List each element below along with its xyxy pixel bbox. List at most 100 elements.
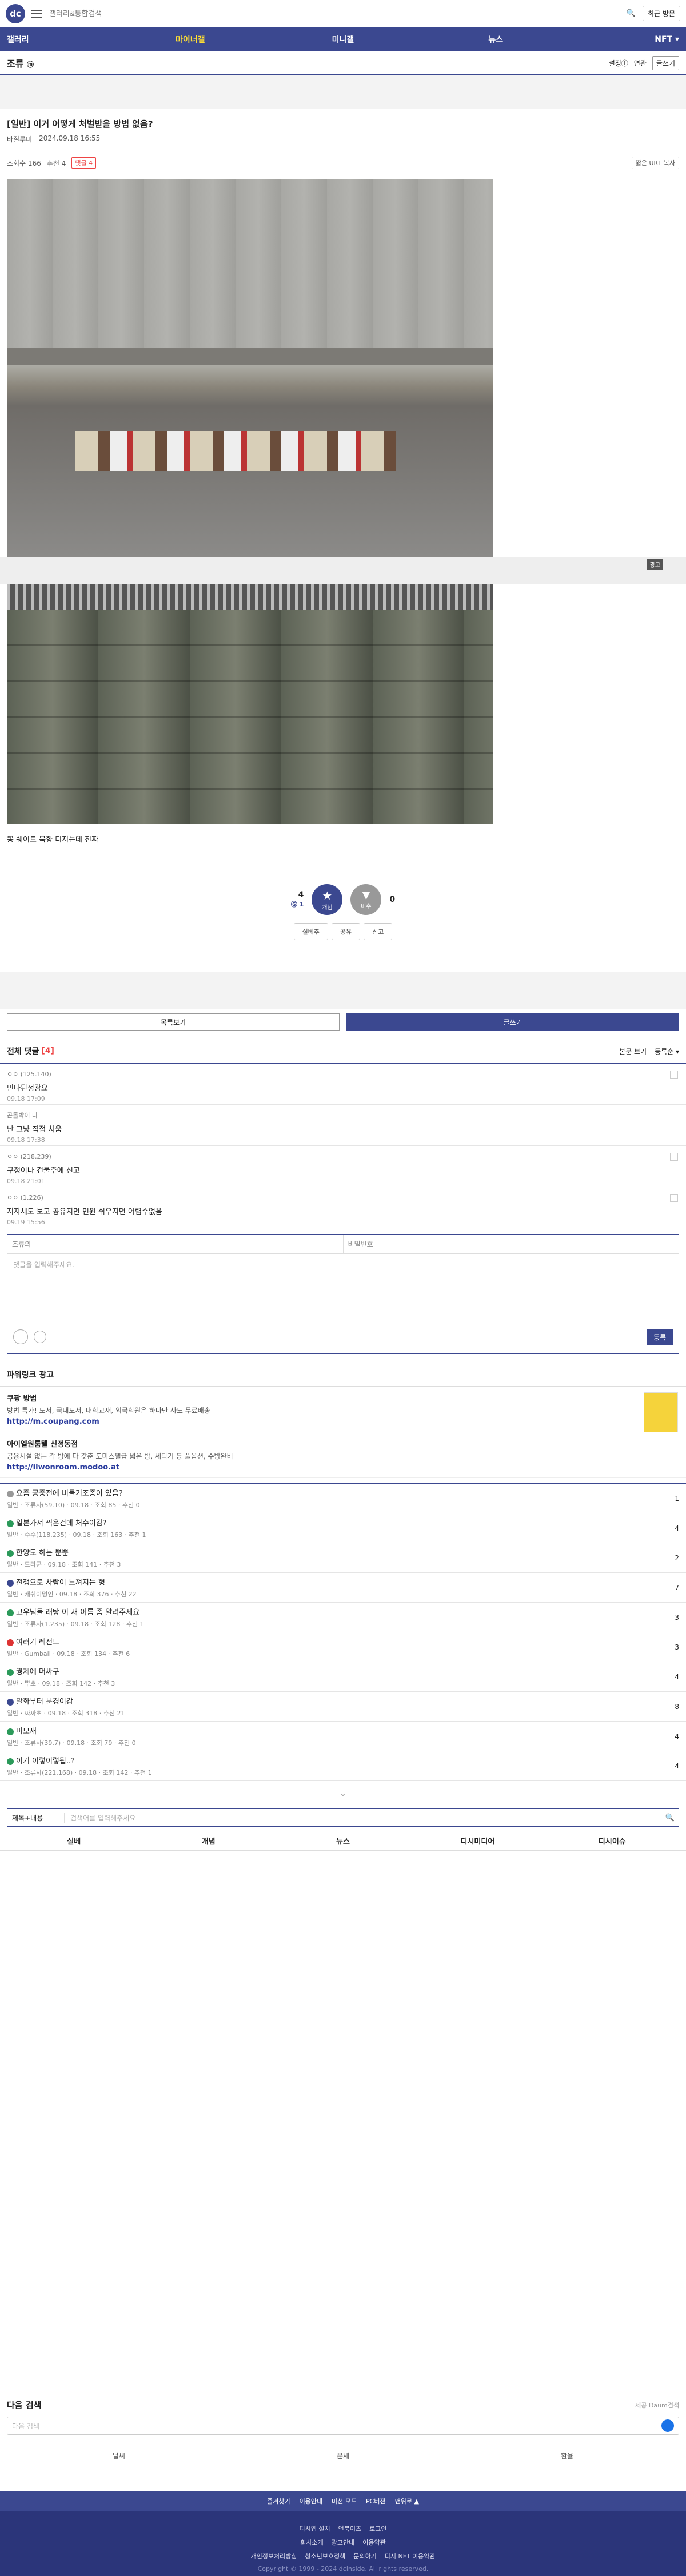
list-item-meta: 일반 · Gumball · 09.18 · 조회 134 · 추천 6 (7, 1650, 130, 1658)
nav-nft[interactable]: NFT ▾ (572, 35, 679, 44)
comment-checkbox[interactable] (670, 1153, 678, 1161)
footer-nft-terms[interactable]: 디시 NFT 이용약관 (385, 2551, 436, 2561)
footer-login[interactable]: 로그인 (369, 2524, 386, 2533)
list-item[interactable]: 요즘 공중전에 비둘기조종이 있음? 일반 · 조류사(59.10) · 09.1… (0, 1484, 686, 1513)
list-item-comment-count: 4 (675, 1672, 679, 1681)
recent-visit-button[interactable]: 최근 방문 (643, 6, 680, 21)
post-image-2[interactable] (7, 584, 493, 824)
nickname-field[interactable]: 조류의 (7, 1235, 344, 1253)
gallery-title[interactable]: 조류 ⓜ (7, 56, 34, 70)
search-icon[interactable]: 🔍 (627, 9, 636, 18)
daum-search-input[interactable]: 다음 검색 (7, 2417, 679, 2435)
emoticon-icon[interactable] (13, 1329, 28, 1344)
search-icon[interactable]: 🔍 (661, 1814, 679, 1822)
list-item[interactable]: 일본가서 찍은건데 처수이감? 일반 · 수수(118.235) · 09.18 … (0, 1513, 686, 1543)
comment-sort-select[interactable]: 등록순 ▾ (655, 1047, 679, 1056)
post: [일반] 이거 어떻게 처벌받을 방법 없음? 바질루미 2024.09.18 … (0, 109, 686, 946)
short-url-button[interactable]: 짧은 URL 복사 (631, 157, 679, 169)
write-button-top[interactable]: 글쓰기 (652, 55, 679, 70)
list-item[interactable]: 꿩제에 머싸구 일반 · 뿌뽀 · 09.18 · 조회 142 · 추천 3 4 (0, 1662, 686, 1692)
comment-submit-button[interactable]: 등록 (646, 1329, 673, 1345)
comment-textarea[interactable]: 댓글을 입력해주세요. (7, 1254, 679, 1323)
list-item[interactable]: 미모새 일반 · 조류사(39.7) · 09.18 · 조회 79 · 추천 0… (0, 1722, 686, 1751)
nav-gallery[interactable]: 갤러리 (7, 34, 114, 45)
list-item-comment-count: 2 (675, 1553, 679, 1562)
powerlink-item[interactable]: 쿠팡 방법 방법 특가! 도서, 국내도서, 대학교재, 외국학원은 하나만 사… (0, 1387, 686, 1432)
nav-minor-gallery[interactable]: 마이너갤 (114, 34, 266, 45)
comment-checkbox[interactable] (670, 1194, 678, 1202)
upvote-count: 4 (298, 890, 304, 900)
powerlink-item[interactable]: 아이엘원룸텔 신정동점 공용시설 없는 각 방에 다 갖춘 도미스텔급 넓은 방… (0, 1432, 686, 1478)
password-field[interactable]: 비밀번호 (344, 1235, 679, 1253)
daum-exchange[interactable]: 환율 (561, 2451, 573, 2461)
footer-pc-version[interactable]: PC버전 (366, 2497, 386, 2506)
list-item[interactable]: 이거 이렇이렇됩..? 일반 · 조류사(221.168) · 09.18 · 조… (0, 1751, 686, 1781)
list-item-meta: 일반 · 조류사(1.235) · 09.18 · 조회 128 · 추천 1 (7, 1620, 144, 1628)
gallery-settings[interactable]: 설정ⓘ (609, 58, 628, 68)
tab-media[interactable]: 디시미디어 (410, 1835, 545, 1846)
list-item-comment-count: 8 (675, 1702, 679, 1711)
comment-nick: 곤돌박이 다 (7, 1112, 38, 1119)
related-gallery[interactable]: 연관 (634, 58, 647, 68)
comment-form: 조류의 비밀번호 댓글을 입력해주세요. 등록 (7, 1234, 679, 1354)
list-item[interactable]: 여러기 레전드 일반 · Gumball · 09.18 · 조회 134 · 추… (0, 1632, 686, 1662)
post-image-1[interactable] (7, 179, 493, 557)
list-item[interactable]: 한양도 하는 뿐뿐 일반 · 드라군 · 09.18 · 조회 141 · 추천 … (0, 1543, 686, 1573)
search-type-select[interactable]: 제목+내용 (7, 1812, 65, 1823)
dc-logo[interactable]: dc (6, 3, 25, 23)
footer-ads[interactable]: 광고안내 (332, 2538, 354, 2547)
post-type-icon (7, 1549, 14, 1557)
list-item[interactable]: 고우님들 래탕 이 새 이름 좀 알려주세요 일반 · 조류사(1.235) · … (0, 1603, 686, 1632)
list-item[interactable]: 전쟁으로 사람이 느껴지는 형 일반 · 캐쉬이명인 · 09.18 · 조회 3… (0, 1573, 686, 1603)
footer-app[interactable]: 디시앱 설치 (300, 2524, 330, 2533)
footer-about[interactable]: 회사소개 (300, 2538, 323, 2547)
footer-contact[interactable]: 문의하기 (353, 2551, 376, 2561)
list-item-meta: 일반 · 조류사(221.168) · 09.18 · 조회 142 · 추천 … (7, 1769, 152, 1776)
tab-concept[interactable]: 개념 (141, 1835, 276, 1846)
write-button[interactable]: 글쓰기 (346, 1013, 679, 1031)
list-item[interactable]: 말화부터 분경이감 일반 · 짜짜뽀 · 09.18 · 조회 318 · 추천 … (0, 1692, 686, 1722)
inline-ad[interactable]: 광고 (0, 557, 686, 584)
daum-search-button[interactable] (661, 2419, 674, 2432)
view-post-link[interactable]: 본문 보기 (619, 1047, 647, 1056)
voice-icon[interactable] (34, 1331, 46, 1343)
tab-news[interactable]: 뉴스 (276, 1835, 411, 1846)
ad-url: http://ilwonroom.modoo.at (7, 1463, 120, 1472)
daum-weather[interactable]: 날씨 (113, 2451, 125, 2461)
comment-text: 구청이나 건물주에 신고 (7, 1167, 80, 1175)
daum-fortune[interactable]: 운세 (337, 2451, 349, 2461)
list-item-title: 꿩제에 머싸구 (16, 1668, 59, 1676)
footer-eats[interactable]: 언북이츠 (338, 2524, 361, 2533)
fixed-upvote-count: Ⓖ 1 (290, 901, 304, 908)
list-button[interactable]: 목록보기 (7, 1013, 340, 1031)
list-item-meta: 일반 · 드라군 · 09.18 · 조회 141 · 추천 3 (7, 1561, 121, 1568)
search-input[interactable] (49, 9, 627, 18)
vote-area: 4 Ⓖ 1 ★ 개념 ▼ 비추 0 (7, 884, 679, 915)
best-recommend-button[interactable]: 실베추 (293, 923, 328, 940)
more-chevron-icon[interactable]: ⌄ (0, 1781, 686, 1804)
list-item-comment-count: 7 (675, 1583, 679, 1592)
footer-youth[interactable]: 청소년보호정책 (305, 2551, 345, 2561)
thumbs-down-icon: ▼ (362, 889, 370, 901)
tab-silbe[interactable]: 실베 (7, 1835, 142, 1846)
footer-bookmark[interactable]: 즐겨찾기 (267, 2497, 290, 2506)
comment-checkbox[interactable] (670, 1071, 678, 1079)
footer-terms[interactable]: 이용약관 (362, 2538, 385, 2547)
post-author[interactable]: 바질루미 (7, 134, 32, 144)
footer-privacy[interactable]: 개인정보처리방침 (250, 2551, 297, 2561)
menu-icon[interactable] (31, 7, 42, 20)
upvote-button[interactable]: ★ 개념 (312, 884, 343, 915)
board-search-input[interactable]: 검색어를 입력해주세요 (65, 1813, 661, 1823)
share-button[interactable]: 공유 (331, 923, 361, 940)
nav-mini-gallery[interactable]: 미니갤 (266, 34, 419, 45)
ad-thumbnail[interactable] (644, 1392, 678, 1432)
downvote-button[interactable]: ▼ 비추 (350, 884, 382, 915)
footer-mission[interactable]: 미션 모드 (332, 2497, 357, 2506)
report-button[interactable]: 신고 (364, 923, 393, 940)
footer-top[interactable]: 맨위로 ▲ (395, 2497, 419, 2506)
footer-guide[interactable]: 이용안내 (300, 2497, 322, 2506)
footer: 디시앱 설치 언북이츠 로그인 회사소개 광고안내 이용약관 개인정보처리방침 … (0, 2511, 686, 2576)
comment-count-badge[interactable]: 댓글 4 (71, 157, 97, 169)
nav-news[interactable]: 뉴스 (420, 34, 572, 45)
tab-issue[interactable]: 디시이슈 (545, 1835, 679, 1846)
